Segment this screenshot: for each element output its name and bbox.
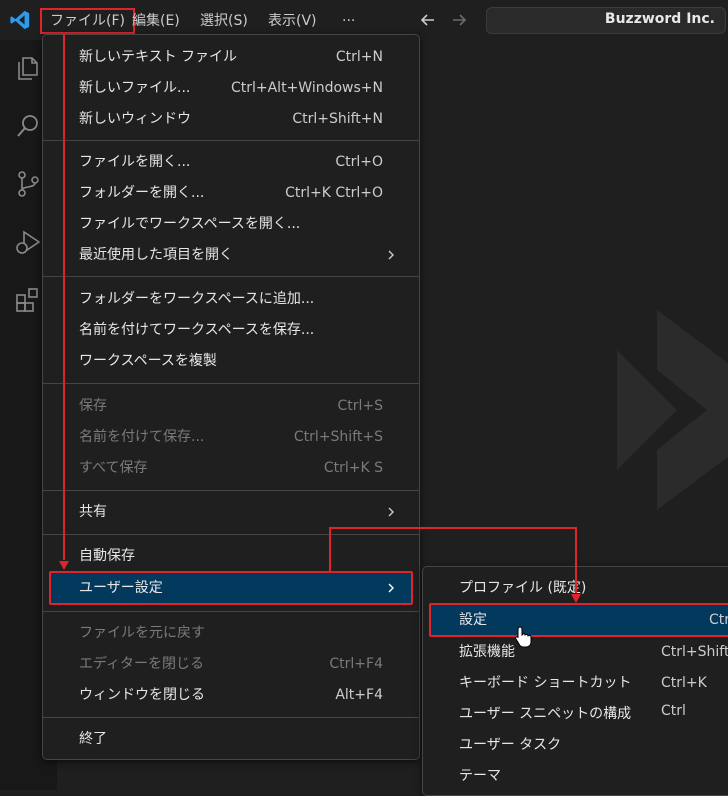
menu-item-label: フォルダーをワークスペースに追加... [79, 291, 315, 307]
menu-item-label: すべて保存 [79, 460, 148, 476]
menu-item-label: 設定 [459, 612, 487, 628]
menu-item-label: ユーザー タスク [459, 737, 562, 753]
menu-item-shortcut: Ctrl+K Ctrl+O [285, 185, 383, 201]
menu-item-exit[interactable]: 終了 [49, 725, 413, 753]
forward-arrow-icon[interactable] [449, 10, 469, 30]
menu-separator [43, 140, 419, 141]
annotation-line [329, 527, 331, 572]
menu-item-open-file[interactable]: ファイルを開く... Ctrl+O [49, 148, 413, 176]
menu-item-shortcut: Alt+F4 [335, 687, 383, 703]
annotation-arrowhead [59, 561, 69, 570]
menu-separator [43, 383, 419, 384]
menu-item-share[interactable]: 共有 [49, 498, 413, 526]
menu-item-label: エディターを閉じる [79, 656, 205, 672]
menu-item-open-recent[interactable]: 最近使用した項目を開く [49, 241, 413, 269]
command-center-label: Buzzword Inc. [604, 11, 715, 27]
back-arrow-icon[interactable] [418, 10, 438, 30]
submenu-item-user-tasks[interactable]: ユーザー タスク [429, 731, 728, 759]
menu-selection[interactable]: 選択(S) [192, 8, 256, 34]
menu-item-label: ファイルを開く... [79, 154, 191, 170]
menu-item-shortcut: Ctr [709, 612, 728, 628]
menu-file[interactable]: ファイル(F) [40, 8, 135, 34]
menu-item-new-window[interactable]: 新しいウィンドウ Ctrl+Shift+N [49, 105, 413, 133]
menu-separator [43, 534, 419, 535]
menu-item-label: 拡張機能 [459, 644, 515, 660]
menu-item-save-as[interactable]: 名前を付けて保存... Ctrl+Shift+S [49, 423, 413, 451]
menu-item-close-editor[interactable]: エディターを閉じる Ctrl+F4 [49, 650, 413, 678]
submenu-item-extensions[interactable]: 拡張機能 Ctrl+Shift [429, 638, 728, 666]
menu-item-label: 新しいテキスト ファイル [79, 49, 238, 65]
menu-item-close-window[interactable]: ウィンドウを閉じる Alt+F4 [49, 681, 413, 709]
source-control-icon[interactable] [14, 170, 42, 198]
annotation-line [329, 527, 577, 529]
menu-separator [43, 276, 419, 277]
chevron-right-icon [388, 507, 394, 517]
menu-separator [43, 490, 419, 491]
menu-item-shortcut: Ctrl+O [335, 154, 383, 170]
menu-item-label: 最近使用した項目を開く [79, 247, 233, 263]
submenu-item-keyboard-shortcuts[interactable]: キーボード ショートカット Ctrl+K Ctrl [429, 669, 728, 719]
menu-item-label: ワークスペースを複製 [79, 353, 217, 369]
command-center[interactable]: Buzzword Inc. [486, 7, 726, 34]
chevron-right-icon [388, 583, 394, 593]
file-menu: 新しいテキスト ファイル Ctrl+N 新しいファイル... Ctrl+Alt+… [42, 34, 420, 760]
menu-item-shortcut: Ctrl+K S [323, 460, 383, 476]
menu-item-open-workspace[interactable]: ファイルでワークスペースを開く... [49, 210, 413, 238]
menu-item-label: フォルダーを開く... [79, 185, 205, 201]
menu-item-label: テーマ [459, 768, 501, 784]
menu-item-shortcut: Ctrl+F4 [329, 656, 383, 672]
menu-item-duplicate-workspace[interactable]: ワークスペースを複製 [49, 347, 413, 375]
vscode-watermark-icon [617, 310, 728, 510]
menu-item-label: 新しいウィンドウ [79, 111, 191, 127]
menu-item-shortcut: Ctrl+S [337, 398, 383, 414]
menu-item-label: プロファイル (既定) [459, 580, 587, 596]
menu-item-preferences[interactable]: ユーザー設定 [49, 571, 413, 605]
annotation-line [575, 527, 577, 593]
menu-item-shortcut: Ctrl+Alt+Windows+N [230, 80, 383, 96]
menu-item-auto-save[interactable]: 自動保存 [49, 542, 413, 570]
menu-more[interactable]: ··· [334, 8, 363, 34]
submenu-item-user-snippets[interactable]: ユーザー スニペットの構成 [429, 700, 728, 728]
menu-edit[interactable]: 編集(E) [124, 8, 188, 34]
menu-item-new-file[interactable]: 新しいファイル... Ctrl+Alt+Windows+N [49, 74, 413, 102]
menu-item-save[interactable]: 保存 Ctrl+S [49, 392, 413, 420]
annotation-arrowhead [571, 594, 581, 603]
menu-item-revert-file[interactable]: ファイルを元に戻す [49, 619, 413, 647]
menu-item-label: 共有 [79, 504, 107, 520]
annotation-line [63, 34, 65, 560]
menu-item-label: ユーザー スニペットの構成 [459, 706, 632, 722]
submenu-item-themes[interactable]: テーマ [429, 762, 728, 790]
menu-item-shortcut: Ctrl+N [335, 49, 383, 65]
menu-item-shortcut: Ctrl+Shift+N [292, 111, 383, 127]
menu-item-label: ウィンドウを閉じる [79, 687, 205, 703]
menu-item-new-text-file[interactable]: 新しいテキスト ファイル Ctrl+N [49, 43, 413, 71]
menu-item-shortcut: Ctrl+Shift+S [293, 429, 383, 445]
menu-item-label: 保存 [79, 398, 107, 414]
menu-item-label: ファイルを元に戻す [79, 625, 205, 641]
menu-item-label: キーボード ショートカット [459, 675, 632, 691]
vscode-logo-icon [10, 10, 30, 30]
hand-cursor-icon [515, 626, 532, 648]
menu-view[interactable]: 表示(V) [260, 8, 325, 34]
menu-item-open-folder[interactable]: フォルダーを開く... Ctrl+K Ctrl+O [49, 179, 413, 207]
extensions-icon[interactable] [14, 286, 42, 314]
explorer-icon[interactable] [14, 54, 42, 82]
menu-separator [43, 611, 419, 612]
run-debug-icon[interactable] [14, 228, 42, 256]
menu-item-label: 終了 [79, 731, 107, 747]
menu-item-shortcut: Ctrl+Shift [661, 644, 728, 660]
menu-separator [43, 717, 419, 718]
menu-item-label: ファイルでワークスペースを開く... [79, 216, 301, 232]
menu-item-add-folder-to-workspace[interactable]: フォルダーをワークスペースに追加... [49, 285, 413, 313]
menu-item-label: 新しいファイル... [79, 80, 191, 96]
search-icon[interactable] [14, 112, 42, 140]
menu-item-label: ユーザー設定 [79, 580, 163, 596]
menu-item-save-all[interactable]: すべて保存 Ctrl+K S [49, 454, 413, 482]
menu-item-label: 名前を付けて保存... [79, 429, 205, 445]
menu-item-label: 名前を付けてワークスペースを保存... [79, 322, 315, 338]
menu-item-save-workspace-as[interactable]: 名前を付けてワークスペースを保存... [49, 316, 413, 344]
chevron-right-icon [388, 250, 394, 260]
submenu-item-settings[interactable]: 設定 Ctr [429, 603, 728, 637]
menu-item-label: 自動保存 [79, 548, 135, 564]
